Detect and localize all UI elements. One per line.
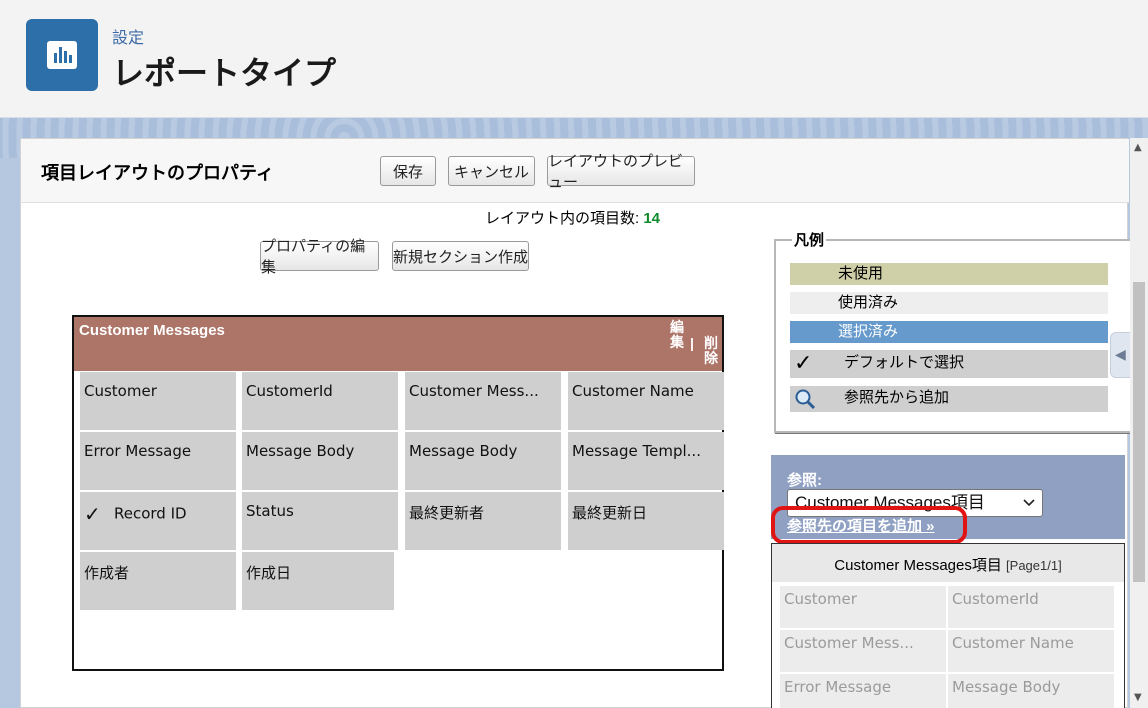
legend-selected: 選択済み <box>790 321 1108 343</box>
field-count: レイアウト内の項目数: 14 <box>485 207 660 228</box>
field-cell[interactable]: CustomerId <box>242 372 398 430</box>
cancel-button[interactable]: キャンセル <box>448 156 535 186</box>
scroll-up-icon[interactable]: ▲ <box>1134 142 1142 153</box>
page-title: レポートタイプ <box>112 55 337 91</box>
panel-header: 項目レイアウトのプロパティ 保存 キャンセル レイアウトのプレビュー <box>21 139 1129 203</box>
legend-label: デフォルトで選択 <box>844 354 965 371</box>
layout-properties-panel: 項目レイアウトのプロパティ 保存 キャンセル レイアウトのプレビュー レイアウト… <box>20 138 1142 708</box>
field-cell[interactable]: 最終更新者 <box>405 492 561 550</box>
page-scrollbar[interactable]: ▲ ▼ <box>1130 138 1148 708</box>
panel-title: 項目レイアウトのプロパティ <box>41 163 274 183</box>
chevron-down-icon <box>1022 490 1036 516</box>
legend-from-lookup: 参照先から追加 <box>790 386 1108 412</box>
field-list-title: Customer Messages項目 <box>834 557 1002 574</box>
field-cell[interactable]: Message Body <box>405 432 561 490</box>
field-cell-record-id[interactable]: ✓ Record ID <box>80 492 236 550</box>
page-header: 設定 レポートタイプ <box>0 0 1148 118</box>
field-cell[interactable]: Message Body <box>242 432 398 490</box>
field-count-label: レイアウト内の項目数: <box>485 210 640 227</box>
section-action-separator: | <box>690 335 694 351</box>
legend-unused: 未使用 <box>790 263 1108 285</box>
preview-layout-button[interactable]: レイアウトのプレビュー <box>547 153 695 191</box>
legend-label: 参照先から追加 <box>844 389 950 406</box>
section-edit-link[interactable]: 編集 <box>670 320 684 350</box>
available-field[interactable]: CustomerId <box>948 586 1114 628</box>
available-field[interactable]: Error Message <box>780 674 946 708</box>
collapse-panel-tab[interactable]: ◀ <box>1110 332 1130 378</box>
new-section-button[interactable]: 新規セクション作成 <box>392 241 529 271</box>
legend-title: 凡例 <box>792 229 827 250</box>
save-button[interactable]: 保存 <box>380 156 436 186</box>
chevron-left-icon: ◀ <box>1115 347 1126 363</box>
scroll-down-icon[interactable]: ▼ <box>1134 692 1142 703</box>
available-field[interactable]: Customer <box>780 586 946 628</box>
field-cell[interactable]: Message Templ... <box>568 432 724 490</box>
report-chart-icon <box>26 19 98 91</box>
available-field[interactable]: Customer Mess... <box>780 630 946 672</box>
field-list-page: [Page1/1] <box>1006 558 1062 573</box>
breadcrumb[interactable]: 設定 <box>112 24 144 48</box>
section-customer-messages: Customer Messages 編集 | 削除 Customer Custo… <box>72 315 724 671</box>
field-cell[interactable]: Customer Mess... <box>405 372 561 430</box>
edit-properties-button[interactable]: プロパティの編集 <box>260 238 379 276</box>
magnifier-icon <box>794 388 816 418</box>
field-cell-label: Record ID <box>114 504 187 523</box>
section-title: Customer Messages <box>79 322 225 339</box>
field-count-value: 14 <box>643 210 661 227</box>
field-cell[interactable]: Customer Name <box>568 372 724 430</box>
field-cell[interactable]: 作成日 <box>242 552 394 610</box>
available-fields-list: Customer Messages項目 [Page1/1] Customer C… <box>771 543 1125 708</box>
available-field[interactable]: Customer Name <box>948 630 1114 672</box>
field-cell[interactable]: Customer <box>80 372 236 430</box>
scrollbar-thumb[interactable] <box>1133 282 1145 582</box>
section-delete-link[interactable]: 削除 <box>704 336 722 366</box>
available-field[interactable]: Message Body <box>948 674 1114 708</box>
lookup-label: 参照: <box>787 472 822 489</box>
field-list-header: Customer Messages項目 [Page1/1] <box>772 544 1124 582</box>
field-cell[interactable]: 作成者 <box>80 552 236 610</box>
legend-box: 凡例 未使用 使用済み 選択済み ✓ デフォルトで選択 参照先から追加 <box>774 229 1142 433</box>
field-cell[interactable]: Status <box>242 492 398 550</box>
highlight-annotation <box>771 506 967 544</box>
checkmark-icon: ✓ <box>84 502 101 526</box>
legend-used: 使用済み <box>790 292 1108 314</box>
section-header[interactable]: Customer Messages 編集 | 削除 <box>74 317 722 371</box>
checkmark-icon: ✓ <box>794 350 813 375</box>
legend-default-selected: ✓ デフォルトで選択 <box>790 350 1108 378</box>
field-cell[interactable]: Error Message <box>80 432 236 490</box>
field-cell[interactable]: 最終更新日 <box>568 492 724 550</box>
